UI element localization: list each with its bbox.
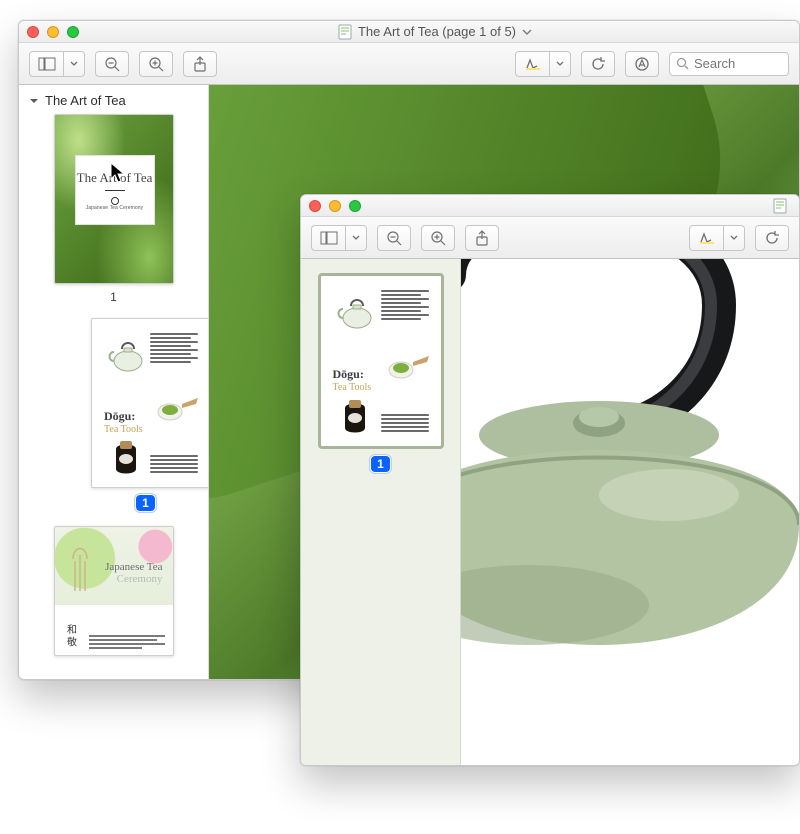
search-field[interactable]: [669, 52, 789, 76]
outline-header[interactable]: The Art of Tea: [27, 91, 200, 114]
rotate-button[interactable]: [581, 51, 615, 77]
zoom-in-button[interactable]: [139, 51, 173, 77]
disclosure-triangle-icon[interactable]: [29, 96, 39, 106]
page-thumbnail-selected[interactable]: Dōgu: Tea Tools 1: [311, 273, 450, 473]
page-thumbnail-dragging[interactable]: Dōgu: Tea Tools 1: [91, 318, 200, 512]
minimize-button[interactable]: [329, 200, 341, 212]
highlight-button[interactable]: [515, 51, 549, 77]
zoom-button[interactable]: [349, 200, 361, 212]
highlight-menu[interactable]: [723, 225, 745, 251]
page-subheading: Tea Tools: [333, 382, 372, 393]
whisk-icon: [69, 533, 91, 593]
zoom-button[interactable]: [67, 26, 79, 38]
share-button[interactable]: [183, 51, 217, 77]
page-number-badge: 1: [370, 455, 391, 473]
thumbnails-sidebar[interactable]: The Art of Tea The Art of Tea Japanese T…: [19, 85, 209, 679]
page-subheading: Ceremony: [105, 573, 162, 585]
minimize-button[interactable]: [47, 26, 59, 38]
window-controls: [309, 200, 361, 212]
zoom-in-button[interactable]: [421, 225, 455, 251]
page-thumbnail[interactable]: The Art of Tea Japanese Tea Ceremony 1: [27, 114, 200, 304]
thumbnails-sidebar[interactable]: Dōgu: Tea Tools 1: [301, 259, 461, 765]
close-button[interactable]: [27, 26, 39, 38]
view-mode-button[interactable]: [311, 225, 345, 251]
page-number-badge: 1: [135, 494, 156, 512]
view-mode-button[interactable]: [29, 51, 63, 77]
markup-button[interactable]: [625, 51, 659, 77]
titlebar[interactable]: The Art of Tea (page 1 of 5): [19, 21, 799, 43]
page-subheading: Tea Tools: [104, 424, 143, 435]
highlight-button[interactable]: [689, 225, 723, 251]
document-icon: [338, 24, 352, 40]
share-button[interactable]: [465, 225, 499, 251]
cover-title: The Art of Tea: [77, 170, 153, 186]
page-heading: Dōgu:: [104, 409, 143, 424]
view-mode-menu[interactable]: [63, 51, 85, 77]
close-button[interactable]: [309, 200, 321, 212]
search-icon: [676, 57, 689, 70]
rotate-button[interactable]: [755, 225, 789, 251]
titlebar[interactable]: [301, 195, 799, 217]
document-icon: [773, 198, 787, 214]
cover-subtitle: Japanese Tea Ceremony: [86, 205, 144, 211]
window-controls: [27, 26, 79, 38]
kanji-decoration: 和 敬: [63, 624, 78, 647]
outline-title-text: The Art of Tea: [45, 93, 126, 108]
zoom-out-button[interactable]: [377, 225, 411, 251]
window-title[interactable]: [773, 198, 787, 214]
preview-window-front: Dōgu: Tea Tools 1: [300, 194, 800, 766]
highlight-menu[interactable]: [549, 51, 571, 77]
teapot-image: [461, 259, 799, 765]
chevron-down-icon[interactable]: [522, 29, 532, 35]
window-title-text: The Art of Tea (page 1 of 5): [358, 24, 516, 39]
document-canvas[interactable]: [461, 259, 799, 765]
page-heading: Dōgu:: [333, 367, 372, 382]
toolbar: [19, 43, 799, 85]
zoom-out-button[interactable]: [95, 51, 129, 77]
page-number: 1: [110, 290, 117, 304]
search-input[interactable]: [694, 56, 774, 71]
toolbar: [301, 217, 799, 259]
window-title[interactable]: The Art of Tea (page 1 of 5): [338, 24, 532, 40]
page-thumbnail[interactable]: Japanese Tea Ceremony 和 敬: [27, 526, 200, 656]
view-mode-menu[interactable]: [345, 225, 367, 251]
page-heading: Japanese Tea: [105, 561, 162, 573]
